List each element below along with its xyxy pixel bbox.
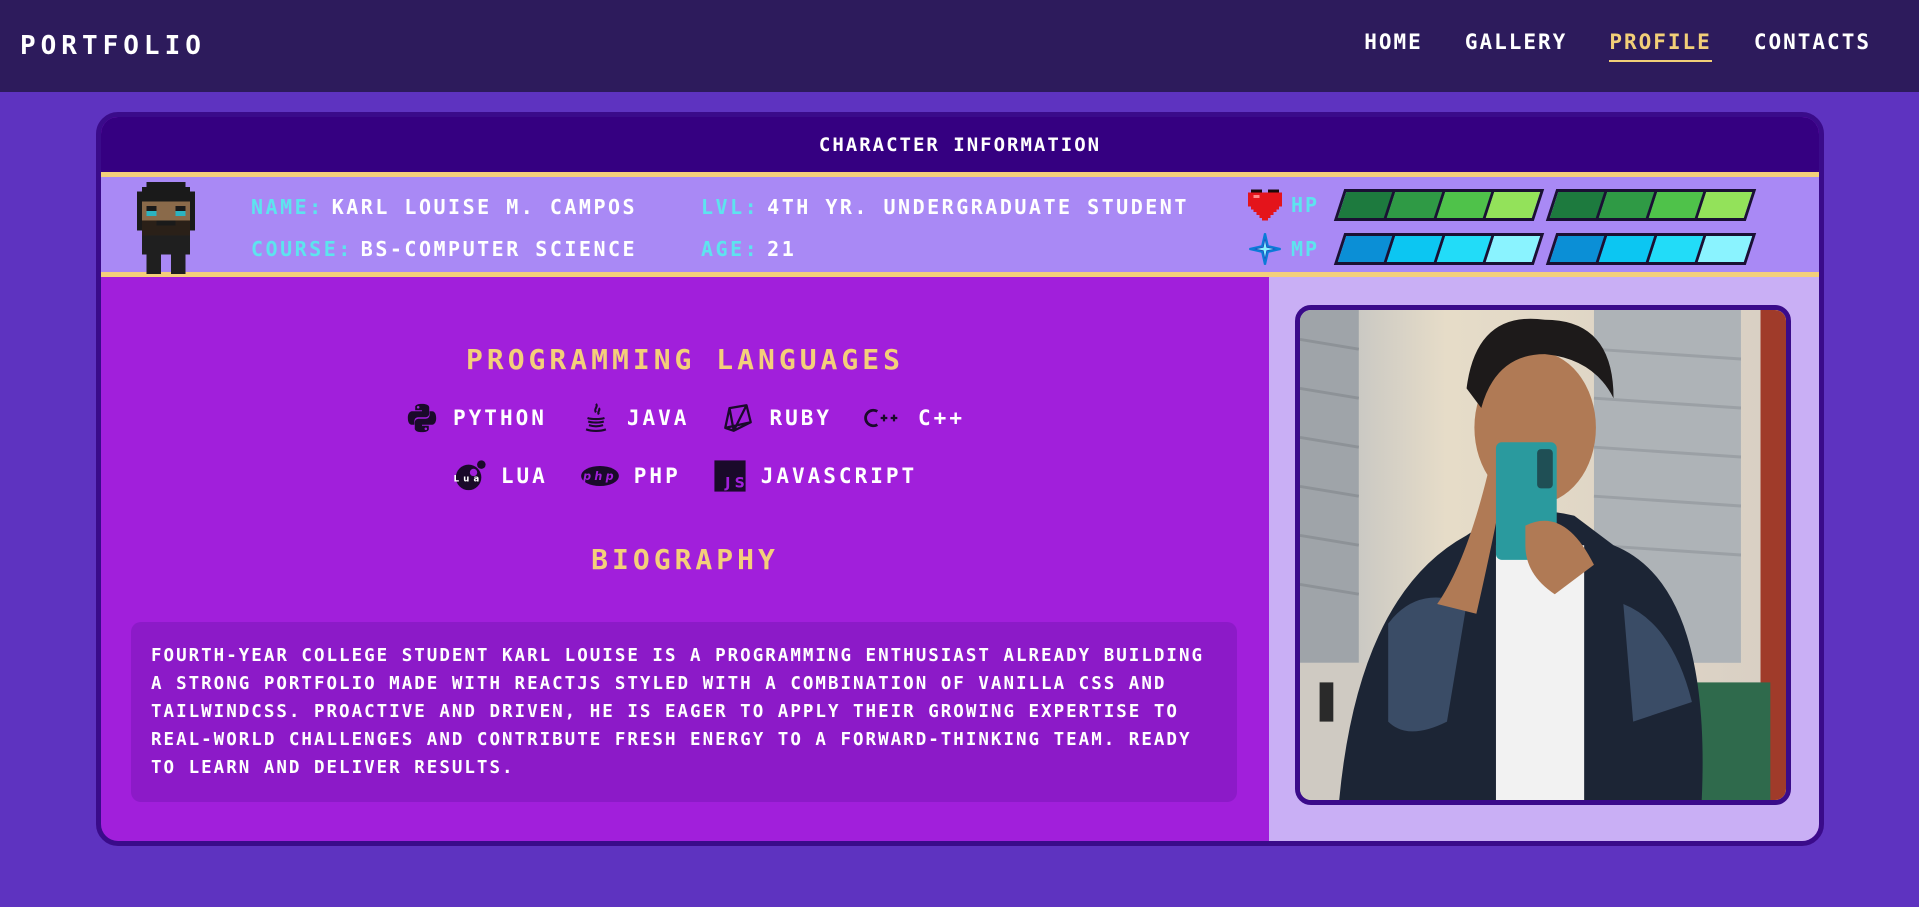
svg-text:Lua: Lua bbox=[453, 475, 483, 485]
lang-javascript: JS JAVASCRIPT bbox=[713, 459, 917, 493]
lang-cpp: C++ bbox=[864, 401, 965, 435]
java-icon bbox=[585, 403, 607, 432]
svg-text:JS: JS bbox=[724, 475, 747, 491]
stats-bar: NAME: KARL LOUISE M. CAMPOS LVL: 4TH YR. U… bbox=[101, 177, 1819, 277]
stat-name-key: NAME: bbox=[251, 195, 324, 219]
lang-lua-label: LUA bbox=[500, 464, 548, 488]
stat-course-value: BS-COMPUTER SCIENCE bbox=[360, 237, 638, 261]
stat-age-key: AGE: bbox=[701, 237, 760, 261]
lang-ruby-label: RUBY bbox=[769, 406, 833, 430]
mp-label: MP bbox=[1291, 237, 1320, 261]
card-body: PROGRAMMING LANGUAGES PYTHON JAVA RUBY C… bbox=[101, 277, 1819, 841]
stat-name: NAME: KARL LOUISE M. CAMPOS bbox=[251, 195, 637, 219]
avatar-icon bbox=[136, 182, 196, 274]
lang-java: JAVA bbox=[579, 401, 690, 435]
hp-row: HP bbox=[1247, 187, 1763, 223]
lang-php: php PHP bbox=[580, 459, 681, 493]
brand-logo[interactable]: PORTFOLIO bbox=[20, 31, 206, 61]
hp-label: HP bbox=[1291, 193, 1320, 217]
navbar: PORTFOLIO HOME GALLERY PROFILE CONTACTS bbox=[0, 0, 1919, 92]
nav-menu: HOME GALLERY PROFILE CONTACTS bbox=[1364, 30, 1871, 62]
photo-column bbox=[1269, 277, 1819, 841]
character-card: CHARACTER INFORMATION NAME: KARL LOUISE M… bbox=[96, 112, 1824, 846]
stat-course-key: COURSE: bbox=[251, 237, 353, 261]
biography-title: BIOGRAPHY bbox=[591, 543, 779, 576]
hp-bar-2 bbox=[1545, 189, 1757, 221]
stat-course: COURSE: BS-COMPUTER SCIENCE bbox=[251, 237, 637, 261]
mana-star-icon bbox=[1247, 231, 1283, 267]
lang-python-label: PYTHON bbox=[453, 406, 547, 430]
stat-age-value: 21 bbox=[767, 237, 797, 261]
languages-title: PROGRAMMING LANGUAGES bbox=[465, 343, 904, 376]
biography-text: FOURTH-YEAR COLLEGE STUDENT KARL LOUISE … bbox=[131, 622, 1237, 802]
mp-bar-1 bbox=[1333, 233, 1545, 265]
card-title: CHARACTER INFORMATION bbox=[101, 117, 1819, 177]
lua-icon: Lua bbox=[453, 460, 486, 491]
stat-age: AGE: 21 bbox=[701, 237, 796, 261]
languages-row-1: PYTHON JAVA RUBY C++ bbox=[101, 401, 1269, 435]
languages-row-2: Lua LUA php PHP JS JAVASCRIPT bbox=[101, 459, 1269, 493]
lang-ruby: RUBY bbox=[721, 401, 832, 435]
lang-python: PYTHON bbox=[405, 401, 547, 435]
profile-photo bbox=[1295, 305, 1791, 805]
stat-level: LVL: 4TH YR. UNDERGRADUATE STUDENT bbox=[701, 195, 1189, 219]
cpp-icon bbox=[864, 408, 898, 428]
python-icon bbox=[407, 403, 437, 433]
javascript-icon: JS bbox=[714, 460, 747, 492]
lang-java-label: JAVA bbox=[626, 406, 690, 430]
heart-icon bbox=[1247, 187, 1283, 223]
nav-profile[interactable]: PROFILE bbox=[1609, 30, 1712, 62]
lang-javascript-label: JAVASCRIPT bbox=[760, 464, 918, 488]
svg-text:php: php bbox=[582, 470, 617, 483]
lang-lua: Lua LUA bbox=[453, 459, 548, 493]
lang-cpp-label: C++ bbox=[918, 406, 965, 430]
nav-contacts[interactable]: CONTACTS bbox=[1754, 30, 1871, 62]
ruby-icon bbox=[724, 404, 753, 432]
stat-level-key: LVL: bbox=[701, 195, 760, 219]
mp-bar-2 bbox=[1545, 233, 1757, 265]
info-column: PROGRAMMING LANGUAGES PYTHON JAVA RUBY C… bbox=[101, 277, 1269, 841]
stat-level-value: 4TH YR. UNDERGRADUATE STUDENT bbox=[767, 195, 1189, 219]
nav-gallery[interactable]: GALLERY bbox=[1465, 30, 1568, 62]
stat-name-value: KARL LOUISE M. CAMPOS bbox=[331, 195, 638, 219]
nav-home[interactable]: HOME bbox=[1364, 30, 1423, 62]
mp-row: MP bbox=[1247, 231, 1763, 267]
php-icon: php bbox=[580, 466, 619, 486]
lang-php-label: PHP bbox=[633, 464, 681, 488]
hp-bar-1 bbox=[1333, 189, 1545, 221]
